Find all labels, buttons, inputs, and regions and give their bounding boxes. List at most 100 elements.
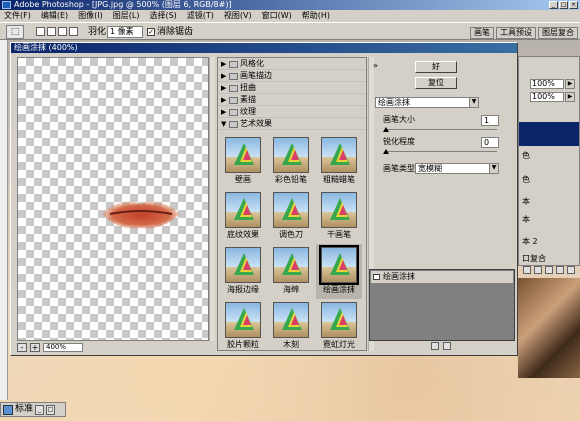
layer-row[interactable]: 口复合 [522, 253, 578, 264]
category-label: 素描 [240, 95, 256, 104]
menu-window[interactable]: 窗口(W) [262, 10, 292, 22]
new-selection-icon[interactable] [36, 27, 45, 36]
category-distort[interactable]: ▶ 扭曲 [218, 82, 366, 94]
menu-edit[interactable]: 编辑(E) [41, 10, 68, 22]
menu-filter[interactable]: 滤镜(T) [187, 10, 214, 22]
menu-file[interactable]: 文件(F) [4, 10, 31, 22]
eye-icon[interactable] [373, 274, 380, 280]
menu-view[interactable]: 视图(V) [224, 10, 252, 22]
reset-button[interactable]: 复位 [415, 77, 457, 89]
menubar: 文件(F) 编辑(E) 图像(I) 图层(L) 选择(S) 滤镜(T) 视图(V… [0, 10, 580, 22]
subtract-selection-icon[interactable] [58, 27, 67, 36]
filter-select[interactable]: 绘画涂抹 ▼ [375, 97, 479, 108]
layer-row[interactable]: 本 [522, 214, 578, 225]
chevron-right-icon: ▶ [221, 108, 227, 116]
filter-thumbnail [273, 192, 309, 228]
zoom-out-button[interactable]: - [17, 342, 27, 352]
filter-neon-glow[interactable]: 霓虹灯光 [316, 299, 362, 350]
filter-label: 霓虹灯光 [323, 340, 355, 349]
layer-row[interactable]: 色 [522, 150, 578, 161]
filter-label: 粗糙蜡笔 [323, 175, 355, 184]
category-brush-strokes[interactable]: ▶ 画笔描边 [218, 70, 366, 82]
filter-label: 胶片颗粒 [227, 340, 259, 349]
add-selection-icon[interactable] [47, 27, 56, 36]
brush-size-input[interactable]: 1 [481, 115, 499, 126]
opacity-field[interactable]: 100% [530, 79, 564, 89]
chevron-down-icon: ▼ [221, 120, 227, 128]
minimize-icon[interactable]: _ [35, 404, 45, 415]
menu-image[interactable]: 图像(I) [78, 10, 103, 22]
delete-effect-layer-icon[interactable] [443, 342, 451, 350]
fill-field[interactable]: 100% [530, 92, 564, 102]
category-label: 风格化 [240, 59, 264, 68]
folder-icon [229, 109, 238, 116]
category-artistic[interactable]: ▼ 艺术效果 [218, 118, 366, 130]
new-layer-icon[interactable] [567, 266, 575, 274]
preview-scrollbar[interactable] [209, 57, 215, 341]
intersect-selection-icon[interactable] [69, 27, 78, 36]
brush-size-slider-thumb[interactable] [383, 127, 389, 132]
filter-label: 干画笔 [327, 230, 351, 239]
status-label: 标准 [15, 404, 34, 414]
zoom-select[interactable]: 400% [43, 342, 83, 352]
minimize-button[interactable]: _ [549, 1, 558, 9]
filter-fresco[interactable]: 壁画 [220, 134, 266, 189]
antialias-option[interactable]: ✓ 消除锯齿 [147, 27, 193, 37]
tab-layer-comps[interactable]: 图层复合 [538, 27, 578, 39]
layer-panel-buttons [520, 266, 578, 276]
filter-label: 木刻 [283, 340, 299, 349]
ok-button[interactable]: 好 [415, 61, 457, 73]
category-texture[interactable]: ▶ 纹理 [218, 106, 366, 118]
filter-label: 海绵 [283, 285, 299, 294]
fx-icon[interactable] [534, 266, 542, 274]
filter-rough-pastels[interactable]: 粗糙蜡笔 [316, 134, 362, 189]
antialias-checkbox[interactable]: ✓ [147, 28, 155, 36]
mask-icon[interactable] [545, 266, 553, 274]
chevron-right-icon[interactable]: ▶ [565, 92, 575, 102]
filter-dry-brush[interactable]: 干画笔 [316, 189, 362, 244]
menu-help[interactable]: 帮助(H) [302, 10, 330, 22]
filter-underpainting[interactable]: 底纹效果 [220, 189, 266, 244]
link-icon[interactable] [523, 266, 531, 274]
folder-icon [229, 73, 238, 80]
new-effect-layer-icon[interactable] [431, 342, 439, 350]
feather-input[interactable]: 1 像素 [107, 26, 143, 38]
menu-layer[interactable]: 图层(L) [113, 10, 140, 22]
category-stylize[interactable]: ▶ 风格化 [218, 58, 366, 70]
filter-cutout[interactable]: 木刻 [268, 299, 314, 350]
folder-icon [229, 97, 238, 104]
filter-film-grain[interactable]: 胶片颗粒 [220, 299, 266, 350]
zoom-in-button[interactable]: + [30, 342, 40, 352]
effect-layer-item[interactable]: 绘画涂抹 [371, 271, 513, 283]
sharpness-slider[interactable] [385, 151, 497, 152]
close-button[interactable]: × [569, 1, 578, 9]
layer-row[interactable]: 本 [522, 196, 578, 207]
menu-select[interactable]: 选择(S) [149, 10, 176, 22]
layer-row[interactable]: 色 [522, 174, 578, 185]
tab-tool-presets[interactable]: 工具预设 [496, 27, 536, 39]
maximize-button[interactable]: □ [559, 1, 568, 9]
filter-palette-knife[interactable]: 调色刀 [268, 189, 314, 244]
layer-row[interactable]: 本 2 [522, 236, 578, 247]
filter-paint-daubs[interactable]: 绘画涂抹 [316, 244, 362, 299]
tab-brushes[interactable]: 画笔 [470, 27, 494, 39]
folder-icon [229, 85, 238, 92]
options-bar: ⬚ 羽化: 1 像素 ✓ 消除锯齿 画笔 工具预设 图层复合 [0, 22, 580, 40]
filter-sponge[interactable]: 海绵 [268, 244, 314, 299]
brush-size-slider[interactable] [385, 129, 497, 130]
filter-poster-edges[interactable]: 海报边缘 [220, 244, 266, 299]
status-bar: 标准 _ □ [0, 402, 66, 417]
category-sketch[interactable]: ▶ 素描 [218, 94, 366, 106]
marquee-tool-preset-icon[interactable]: ⬚ [6, 25, 24, 39]
filter-preview[interactable] [17, 57, 209, 341]
brush-type-select[interactable]: 宽模糊 ▼ [415, 163, 499, 174]
filter-colored-pencil[interactable]: 彩色铅笔 [268, 134, 314, 189]
collapse-icon[interactable]: » [373, 61, 378, 70]
selected-layer-row[interactable] [519, 122, 579, 146]
folder-icon[interactable] [556, 266, 564, 274]
selection-modes [36, 27, 78, 36]
sharpness-input[interactable]: 0 [481, 137, 499, 148]
restore-icon[interactable]: □ [46, 404, 56, 415]
chevron-right-icon[interactable]: ▶ [565, 79, 575, 89]
sharpness-slider-thumb[interactable] [383, 149, 389, 154]
